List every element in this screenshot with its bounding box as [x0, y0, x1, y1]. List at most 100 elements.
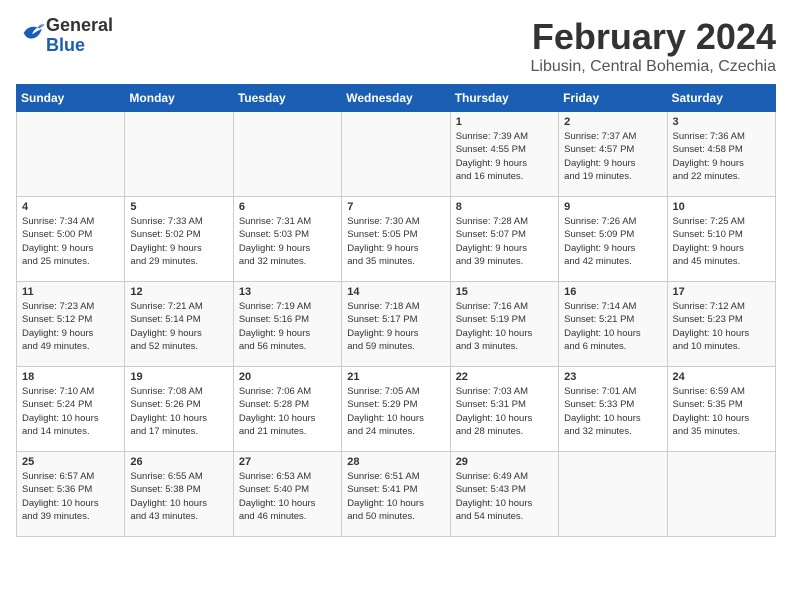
day-info: Sunrise: 7:05 AM Sunset: 5:29 PM Dayligh… [347, 385, 444, 438]
logo-bird-icon [18, 19, 46, 47]
calendar-cell: 29 Sunrise: 6:49 AM Sunset: 5:43 PM Dayli… [450, 452, 558, 537]
day-info: Sunrise: 7:06 AM Sunset: 5:28 PM Dayligh… [239, 385, 336, 438]
day-number: 7 [347, 201, 444, 213]
calendar-cell: 11 Sunrise: 7:23 AM Sunset: 5:12 PM Dayli… [17, 282, 125, 367]
day-number: 26 [130, 456, 227, 468]
day-number: 20 [239, 371, 336, 383]
week-row-3: 11 Sunrise: 7:23 AM Sunset: 5:12 PM Dayli… [17, 282, 776, 367]
calendar-cell: 10 Sunrise: 7:25 AM Sunset: 5:10 PM Dayli… [667, 197, 775, 282]
day-number: 11 [22, 286, 119, 298]
day-number: 28 [347, 456, 444, 468]
day-number: 1 [456, 116, 553, 128]
header: General Blue February 2024 Libusin, Cent… [16, 16, 776, 76]
day-info: Sunrise: 7:30 AM Sunset: 5:05 PM Dayligh… [347, 215, 444, 268]
day-info: Sunrise: 7:08 AM Sunset: 5:26 PM Dayligh… [130, 385, 227, 438]
day-info: Sunrise: 6:57 AM Sunset: 5:36 PM Dayligh… [22, 470, 119, 523]
calendar-cell: 27 Sunrise: 6:53 AM Sunset: 5:40 PM Dayli… [233, 452, 341, 537]
calendar-cell [559, 452, 667, 537]
calendar-cell: 15 Sunrise: 7:16 AM Sunset: 5:19 PM Dayli… [450, 282, 558, 367]
calendar-cell: 7 Sunrise: 7:30 AM Sunset: 5:05 PM Daylig… [342, 197, 450, 282]
day-number: 18 [22, 371, 119, 383]
location-title: Libusin, Central Bohemia, Czechia [531, 58, 776, 76]
day-info: Sunrise: 7:01 AM Sunset: 5:33 PM Dayligh… [564, 385, 661, 438]
day-info: Sunrise: 6:49 AM Sunset: 5:43 PM Dayligh… [456, 470, 553, 523]
day-number: 4 [22, 201, 119, 213]
calendar-cell: 17 Sunrise: 7:12 AM Sunset: 5:23 PM Dayli… [667, 282, 775, 367]
day-info: Sunrise: 6:53 AM Sunset: 5:40 PM Dayligh… [239, 470, 336, 523]
day-info: Sunrise: 6:51 AM Sunset: 5:41 PM Dayligh… [347, 470, 444, 523]
logo-blue-text: Blue [46, 35, 85, 55]
day-info: Sunrise: 7:26 AM Sunset: 5:09 PM Dayligh… [564, 215, 661, 268]
day-info: Sunrise: 7:34 AM Sunset: 5:00 PM Dayligh… [22, 215, 119, 268]
logo-general-text: General [46, 15, 113, 35]
calendar-cell: 16 Sunrise: 7:14 AM Sunset: 5:21 PM Dayli… [559, 282, 667, 367]
day-info: Sunrise: 7:33 AM Sunset: 5:02 PM Dayligh… [130, 215, 227, 268]
calendar-cell: 9 Sunrise: 7:26 AM Sunset: 5:09 PM Daylig… [559, 197, 667, 282]
day-info: Sunrise: 6:55 AM Sunset: 5:38 PM Dayligh… [130, 470, 227, 523]
day-number: 8 [456, 201, 553, 213]
calendar-cell: 18Sunrise: 7:10 AM Sunset: 5:24 PM Dayli… [17, 367, 125, 452]
calendar-cell: 19Sunrise: 7:08 AM Sunset: 5:26 PM Dayli… [125, 367, 233, 452]
calendar-cell: 28 Sunrise: 6:51 AM Sunset: 5:41 PM Dayli… [342, 452, 450, 537]
day-header-monday: Monday [125, 85, 233, 112]
day-number: 29 [456, 456, 553, 468]
day-number: 27 [239, 456, 336, 468]
day-info: Sunrise: 7:28 AM Sunset: 5:07 PM Dayligh… [456, 215, 553, 268]
day-info: Sunrise: 7:14 AM Sunset: 5:21 PM Dayligh… [564, 300, 661, 353]
day-number: 9 [564, 201, 661, 213]
day-info: Sunrise: 7:16 AM Sunset: 5:19 PM Dayligh… [456, 300, 553, 353]
week-row-5: 25 Sunrise: 6:57 AM Sunset: 5:36 PM Dayli… [17, 452, 776, 537]
day-header-thursday: Thursday [450, 85, 558, 112]
day-info: Sunrise: 7:25 AM Sunset: 5:10 PM Dayligh… [673, 215, 770, 268]
calendar-cell [667, 452, 775, 537]
calendar-cell: 21 Sunrise: 7:05 AM Sunset: 5:29 PM Dayli… [342, 367, 450, 452]
calendar-cell: 4 Sunrise: 7:34 AM Sunset: 5:00 PM Daylig… [17, 197, 125, 282]
day-number: 24 [673, 371, 770, 383]
day-info: Sunrise: 7:19 AM Sunset: 5:16 PM Dayligh… [239, 300, 336, 353]
week-row-2: 4 Sunrise: 7:34 AM Sunset: 5:00 PM Daylig… [17, 197, 776, 282]
day-number: 13 [239, 286, 336, 298]
title-block: February 2024 Libusin, Central Bohemia, … [531, 16, 776, 76]
day-info: Sunrise: 7:18 AM Sunset: 5:17 PM Dayligh… [347, 300, 444, 353]
calendar-table: SundayMondayTuesdayWednesdayThursdayFrid… [16, 84, 776, 537]
calendar-cell [233, 112, 341, 197]
day-info: Sunrise: 7:12 AM Sunset: 5:23 PM Dayligh… [673, 300, 770, 353]
day-number: 10 [673, 201, 770, 213]
day-number: 22 [456, 371, 553, 383]
day-info: Sunrise: 7:31 AM Sunset: 5:03 PM Dayligh… [239, 215, 336, 268]
day-number: 23 [564, 371, 661, 383]
calendar-cell [125, 112, 233, 197]
calendar-cell: 12Sunrise: 7:21 AM Sunset: 5:14 PM Dayli… [125, 282, 233, 367]
day-number: 5 [130, 201, 227, 213]
days-header-row: SundayMondayTuesdayWednesdayThursdayFrid… [17, 85, 776, 112]
calendar-cell: 26 Sunrise: 6:55 AM Sunset: 5:38 PM Dayli… [125, 452, 233, 537]
calendar-cell: 13 Sunrise: 7:19 AM Sunset: 5:16 PM Dayli… [233, 282, 341, 367]
day-number: 14 [347, 286, 444, 298]
day-info: Sunrise: 7:37 AM Sunset: 4:57 PM Dayligh… [564, 130, 661, 183]
day-number: 21 [347, 371, 444, 383]
day-number: 17 [673, 286, 770, 298]
day-number: 16 [564, 286, 661, 298]
calendar-cell: 3Sunrise: 7:36 AM Sunset: 4:58 PM Daylig… [667, 112, 775, 197]
day-header-friday: Friday [559, 85, 667, 112]
calendar-cell [17, 112, 125, 197]
logo: General Blue [16, 16, 113, 56]
day-info: Sunrise: 7:36 AM Sunset: 4:58 PM Dayligh… [673, 130, 770, 183]
day-number: 15 [456, 286, 553, 298]
day-number: 25 [22, 456, 119, 468]
calendar-cell: 23 Sunrise: 7:01 AM Sunset: 5:33 PM Dayli… [559, 367, 667, 452]
day-info: Sunrise: 7:23 AM Sunset: 5:12 PM Dayligh… [22, 300, 119, 353]
day-number: 12 [130, 286, 227, 298]
day-header-wednesday: Wednesday [342, 85, 450, 112]
day-number: 6 [239, 201, 336, 213]
calendar-cell [342, 112, 450, 197]
calendar-cell: 22Sunrise: 7:03 AM Sunset: 5:31 PM Dayli… [450, 367, 558, 452]
week-row-1: 1 Sunrise: 7:39 AM Sunset: 4:55 PM Daylig… [17, 112, 776, 197]
calendar-cell: 14 Sunrise: 7:18 AM Sunset: 5:17 PM Dayli… [342, 282, 450, 367]
day-info: Sunrise: 7:39 AM Sunset: 4:55 PM Dayligh… [456, 130, 553, 183]
day-header-saturday: Saturday [667, 85, 775, 112]
day-header-sunday: Sunday [17, 85, 125, 112]
calendar-cell: 20 Sunrise: 7:06 AM Sunset: 5:28 PM Dayli… [233, 367, 341, 452]
day-header-tuesday: Tuesday [233, 85, 341, 112]
day-info: Sunrise: 6:59 AM Sunset: 5:35 PM Dayligh… [673, 385, 770, 438]
